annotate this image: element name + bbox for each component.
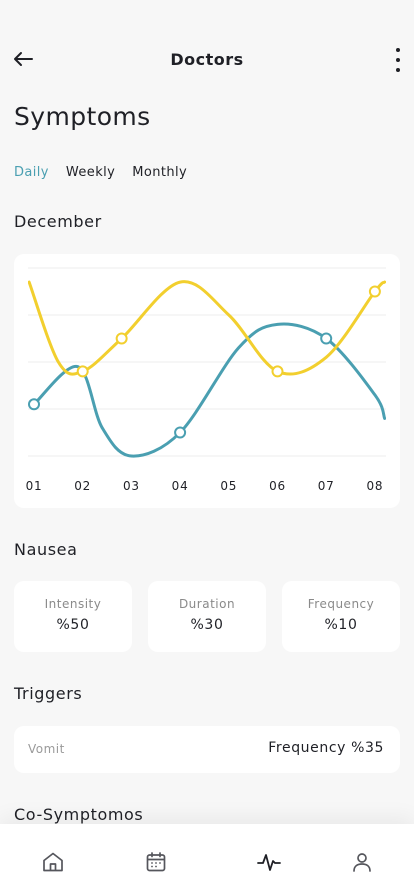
duration-label: Duration [178,597,236,611]
x-tick-label: 07 [318,479,335,493]
nausea-title: Nausea [14,540,78,559]
data-point-1-0[interactable] [76,365,89,378]
series-line-1 [28,280,386,376]
x-tick-label: 05 [220,479,237,493]
x-tick-label: 04 [172,479,189,493]
series-line-0 [32,322,386,458]
nav-profile[interactable] [348,848,376,876]
x-tick-label: 02 [74,479,91,493]
tab-monthly[interactable]: Monthly [132,165,187,180]
data-point-1-3[interactable] [368,285,381,298]
top-bar: Doctors [0,40,414,80]
data-point-0-2[interactable] [320,332,333,345]
bottom-navigation [0,824,414,896]
home-icon [43,852,63,872]
frequency-value: %10 [324,617,358,633]
x-tick-label: 08 [366,479,383,493]
more-options-button[interactable] [390,48,406,72]
intensity-card[interactable]: Intensity %50 [14,581,132,652]
data-point-1-1[interactable] [115,332,128,345]
nav-calendar[interactable] [142,848,170,876]
triggers-title: Triggers [14,684,83,703]
period-tabs: Daily Weekly Monthly [14,165,187,180]
tab-daily[interactable]: Daily [14,165,49,180]
month-title: December [14,212,102,231]
data-point-1-2[interactable] [271,365,284,378]
co-symptoms-title: Co-Symptomos [14,805,144,824]
nav-activity[interactable] [255,848,283,876]
page-title: Symptoms [14,102,151,131]
data-point-0-1[interactable] [174,426,187,439]
header-title: Doctors [170,50,244,69]
x-tick-label: 01 [26,479,43,493]
calendar-icon [146,852,166,872]
activity-icon [257,854,281,871]
x-tick-label: 06 [269,479,286,493]
duration-card[interactable]: Duration %30 [148,581,266,652]
duration-value: %30 [190,617,224,633]
trigger-name: Vomit [28,742,65,756]
nav-home[interactable] [39,848,67,876]
trigger-item[interactable]: Vomit Frequency %35 [14,726,400,773]
symptom-chart-card: 01 02 03 04 05 06 07 08 [14,254,400,508]
data-point-0-0[interactable] [28,398,40,411]
more-vertical-icon [396,48,400,52]
frequency-card[interactable]: Frequency %10 [282,581,400,652]
tab-weekly[interactable]: Weekly [66,165,115,180]
user-icon [353,853,371,872]
symptom-line-chart: 01 02 03 04 05 06 07 08 [26,267,386,493]
x-tick-label: 03 [123,479,140,493]
intensity-value: %50 [56,617,90,633]
frequency-label: Frequency [307,597,375,611]
intensity-label: Intensity [44,597,102,611]
trigger-frequency: Frequency %35 [268,740,384,756]
